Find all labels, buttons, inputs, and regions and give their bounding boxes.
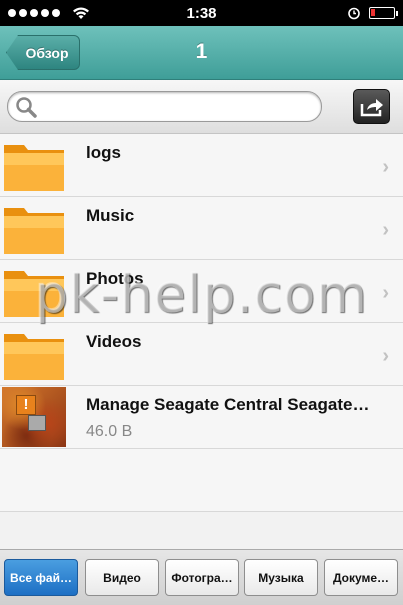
status-time: 1:38 (186, 4, 217, 22)
chevron-right-icon: › (382, 219, 389, 241)
search-icon (16, 97, 37, 118)
item-name: logs (86, 143, 121, 162)
item-name: Music (86, 206, 135, 225)
empty-row (0, 449, 403, 512)
chevron-right-icon: › (382, 345, 389, 367)
item-name: Photos (86, 269, 144, 288)
search-box[interactable] (7, 91, 322, 122)
item-name: Videos (86, 332, 142, 351)
tab-documents[interactable]: Докуме… (324, 559, 398, 596)
folder-icon (4, 334, 64, 380)
status-right (347, 6, 398, 20)
list-item-folder-music[interactable]: Music › (0, 197, 403, 260)
tab-video[interactable]: Видео (85, 559, 159, 596)
chevron-right-icon: › (382, 282, 389, 304)
battery-icon (369, 7, 398, 19)
page-title: 1 (195, 40, 208, 63)
file-thumbnail: ! (2, 387, 66, 447)
search-input[interactable] (42, 96, 312, 118)
filter-tab-bar: Все фай… Видео Фотогра… Музыка Докуме… (0, 549, 403, 605)
status-left (8, 6, 90, 20)
item-name: Manage Seagate Central Seagate… (86, 395, 370, 414)
tab-all-files[interactable]: Все фай… (4, 559, 78, 596)
chevron-right-icon: › (382, 156, 389, 178)
share-button[interactable] (353, 89, 390, 124)
share-icon (360, 98, 383, 116)
list-item-folder-logs[interactable]: logs › (0, 134, 403, 197)
list-item-file[interactable]: ! Manage Seagate Central Seagate… 46.0 B (0, 386, 403, 449)
tab-music[interactable]: Музыка (244, 559, 318, 596)
tab-photos[interactable]: Фотогра… (165, 559, 239, 596)
alarm-icon (348, 7, 360, 20)
file-list: logs › Music › Photos › Videos › ! Manag… (0, 134, 403, 512)
list-item-folder-photos[interactable]: Photos › (0, 260, 403, 323)
item-size: 46.0 B (86, 423, 133, 440)
list-item-folder-videos[interactable]: Videos › (0, 323, 403, 386)
status-bar: 1:38 (0, 0, 403, 26)
folder-icon (4, 271, 64, 317)
drive-icon (28, 415, 46, 431)
warning-icon: ! (16, 395, 36, 415)
folder-icon (4, 208, 64, 254)
wifi-icon (73, 7, 89, 19)
search-bar (0, 80, 403, 134)
signal-strength-icon (8, 9, 60, 17)
folder-icon (4, 145, 64, 191)
navigation-bar: Обзор 1 (0, 26, 403, 80)
